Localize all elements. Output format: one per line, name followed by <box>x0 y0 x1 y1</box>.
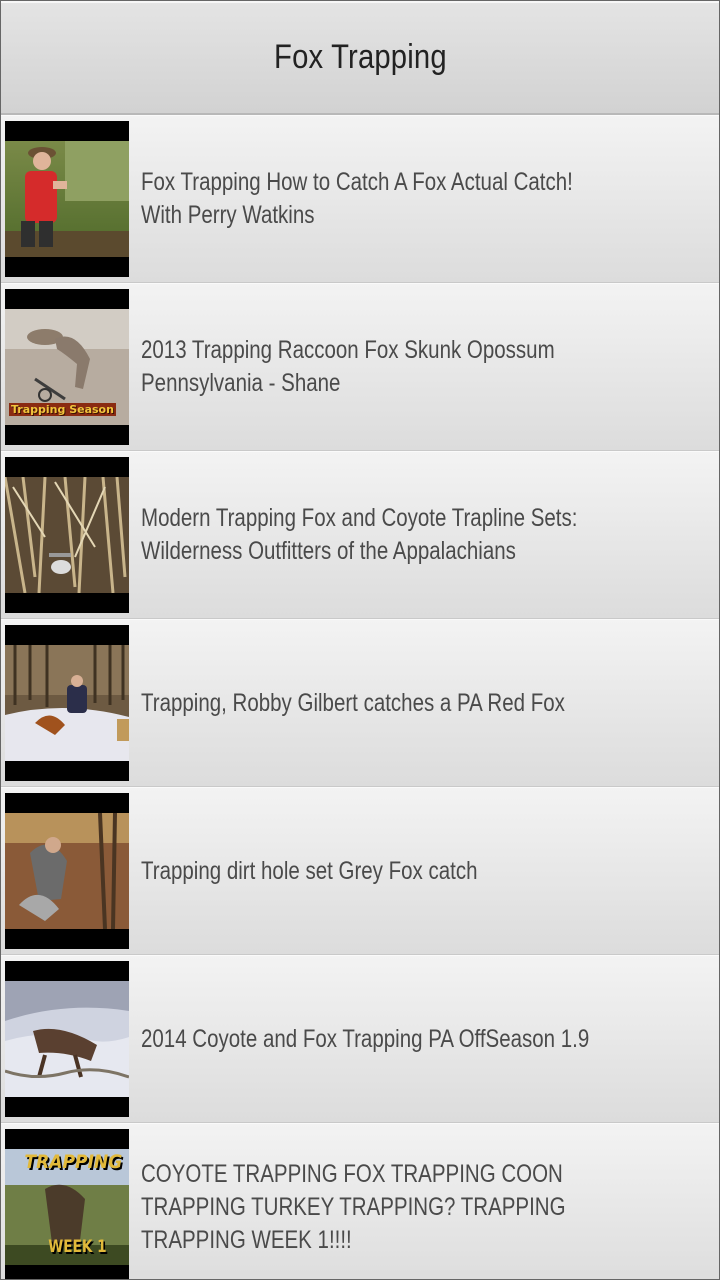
trapper-in-snow-thumbnail <box>5 645 129 761</box>
video-list-item[interactable]: Trapping dirt hole set Grey Fox catch <box>1 787 719 955</box>
video-title: Trapping, Robby Gilbert catches a PA Red… <box>141 688 565 717</box>
thumbnail-caption: TRAPPING <box>24 1151 123 1173</box>
grey-fox-catch-thumbnail <box>5 812 129 930</box>
video-list-item[interactable]: TRAPPING WEEK 1 COYOTE TRAPPING FOX TRAP… <box>1 1123 719 1279</box>
video-title: COYOTE TRAPPING FOX TRAPPING COON TRAPPI… <box>141 1159 566 1254</box>
video-thumbnail[interactable]: TRAPPING WEEK 1 <box>5 1129 129 1279</box>
video-list-item[interactable]: Trapping Season 2013 Trapping Raccoon Fo… <box>1 283 719 451</box>
app-header: Fox Trapping <box>1 1 719 115</box>
video-title: 2013 Trapping Raccoon Fox Skunk Opossum … <box>141 336 555 397</box>
video-list-item[interactable]: Modern Trapping Fox and Coyote Trapline … <box>1 451 719 619</box>
video-list-item[interactable]: Trapping, Robby Gilbert catches a PA Red… <box>1 619 719 787</box>
video-thumbnail[interactable] <box>5 121 129 277</box>
video-list: Fox Trapping How to Catch A Fox Actual C… <box>1 115 719 1279</box>
video-title: Trapping dirt hole set Grey Fox catch <box>141 856 478 885</box>
app-window: Fox Trapping Fox Trapping How to Catch A… <box>0 0 720 1280</box>
video-title: Fox Trapping How to Catch A Fox Actual C… <box>141 168 573 229</box>
video-thumbnail[interactable] <box>5 625 129 781</box>
video-thumbnail[interactable] <box>5 793 129 949</box>
trap-in-brush-thumbnail <box>3 476 129 594</box>
page-title: Fox Trapping <box>273 37 447 76</box>
video-list-item[interactable]: Fox Trapping How to Catch A Fox Actual C… <box>1 115 719 283</box>
man-in-red-shirt-thumbnail <box>5 141 129 257</box>
thumbnail-caption: Trapping Season <box>9 403 116 416</box>
coyote-in-snow-thumbnail <box>4 981 130 1097</box>
thumbnail-caption-week: WEEK 1 <box>48 1237 107 1257</box>
video-thumbnail[interactable] <box>3 457 129 613</box>
video-list-item[interactable]: 2014 Coyote and Fox Trapping PA OffSeaso… <box>1 955 719 1123</box>
video-thumbnail[interactable] <box>4 961 130 1117</box>
video-title: 2014 Coyote and Fox Trapping PA OffSeaso… <box>141 1024 590 1053</box>
video-title: Modern Trapping Fox and Coyote Trapline … <box>141 504 578 565</box>
video-thumbnail[interactable]: Trapping Season <box>5 289 129 445</box>
